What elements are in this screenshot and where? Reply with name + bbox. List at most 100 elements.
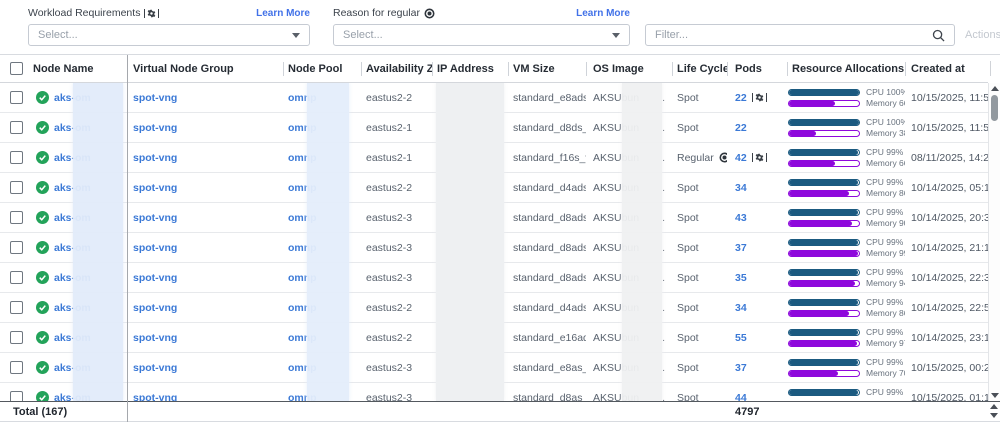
header-availability-zone[interactable]: Availability Zone bbox=[361, 55, 432, 82]
node-pool-link[interactable]: omnp bbox=[288, 362, 317, 374]
virtual-node-group-link[interactable]: spot-vng bbox=[133, 242, 177, 254]
virtual-node-group-link[interactable]: spot-vng bbox=[133, 182, 177, 194]
actions-button[interactable]: Actions bbox=[965, 29, 1000, 41]
virtual-node-group-link[interactable]: spot-vng bbox=[133, 92, 177, 104]
cpu-allocation: CPU 99% bbox=[788, 148, 903, 156]
virtual-node-group-link[interactable]: spot-vng bbox=[133, 152, 177, 164]
virtual-node-group-link[interactable]: spot-vng bbox=[133, 302, 177, 314]
node-name-link[interactable]: aks-om bbox=[54, 242, 91, 254]
pods-cell: 37 bbox=[727, 233, 787, 262]
cpu-bar bbox=[788, 359, 860, 366]
node-pool-link[interactable]: omnp bbox=[288, 332, 317, 344]
node-name-link[interactable]: aks-om bbox=[54, 122, 91, 134]
header-node-name[interactable]: Node Name bbox=[33, 55, 127, 82]
os-image-cell: AKSUbun . bbox=[586, 263, 672, 292]
select-all-checkbox[interactable] bbox=[10, 62, 23, 75]
workload-learn-more-link[interactable]: Learn More bbox=[256, 8, 310, 19]
reason-learn-more-link[interactable]: Learn More bbox=[576, 8, 630, 19]
header-life-cycle[interactable]: Life Cycle bbox=[672, 55, 727, 82]
header-created-at[interactable]: Created at bbox=[905, 55, 988, 82]
memory-allocation: Memory 66% bbox=[788, 99, 905, 107]
virtual-node-group-link[interactable]: spot-vng bbox=[133, 392, 177, 402]
created-at-cell: 10/14/2025, 22:3... bbox=[905, 263, 988, 292]
filter-input[interactable] bbox=[646, 29, 932, 41]
scroll-up-arrow[interactable] bbox=[991, 86, 999, 91]
pods-count-link[interactable]: 42 bbox=[735, 152, 747, 164]
node-pool-link[interactable]: omnp bbox=[288, 212, 317, 224]
node-pool-link[interactable]: omnp bbox=[288, 302, 317, 314]
life-cycle-value: Spot bbox=[677, 182, 699, 194]
created-at-cell: 10/15/2025, 11:53... bbox=[905, 113, 988, 142]
reason-for-regular-select[interactable]: Select... bbox=[333, 24, 630, 46]
vertical-scrollbar[interactable] bbox=[988, 83, 1000, 401]
column-resizer-handle[interactable] bbox=[990, 61, 991, 76]
row-checkbox[interactable] bbox=[10, 241, 23, 254]
node-name-link[interactable]: aks-om bbox=[54, 362, 91, 374]
footer-scroll-down-arrow[interactable] bbox=[990, 413, 998, 418]
pods-count-link[interactable]: 34 bbox=[735, 302, 747, 314]
node-name-link[interactable]: aks-om bbox=[54, 272, 91, 284]
header-vm-size[interactable]: VM Size bbox=[508, 55, 586, 82]
node-name-link[interactable]: aks-om bbox=[54, 302, 91, 314]
node-pool-link[interactable]: omnp bbox=[288, 92, 317, 104]
header-ip-address[interactable]: IP Address bbox=[432, 55, 508, 82]
row-checkbox[interactable] bbox=[10, 211, 23, 224]
virtual-node-group-link[interactable]: spot-vng bbox=[133, 212, 177, 224]
row-checkbox[interactable] bbox=[10, 391, 23, 401]
node-name-link[interactable]: aks-om bbox=[54, 212, 91, 224]
node-name-link[interactable]: aks-om bbox=[54, 392, 91, 402]
search-icon[interactable] bbox=[932, 29, 945, 42]
virtual-node-group-link[interactable]: spot-vng bbox=[133, 122, 177, 134]
node-name-link[interactable]: aks-om bbox=[54, 152, 91, 164]
row-checkbox[interactable] bbox=[10, 331, 23, 344]
header-os-image[interactable]: OS Image bbox=[586, 55, 672, 82]
scrollbar-thumb[interactable] bbox=[991, 95, 998, 121]
node-name-link[interactable]: aks-om bbox=[54, 92, 91, 104]
chevron-down-icon bbox=[612, 33, 620, 38]
footer-scroll-up-arrow[interactable] bbox=[990, 404, 998, 409]
pods-count-link[interactable]: 55 bbox=[735, 332, 747, 344]
pods-count-link[interactable]: 34 bbox=[735, 182, 747, 194]
node-pool-link[interactable]: omnp bbox=[288, 242, 317, 254]
header-pods[interactable]: Pods bbox=[727, 55, 787, 82]
node-pool-link[interactable]: omnp bbox=[288, 392, 317, 402]
row-checkbox[interactable] bbox=[10, 361, 23, 374]
pods-count-link[interactable]: 22 bbox=[735, 122, 747, 134]
pods-count-link[interactable]: 22 bbox=[735, 92, 747, 104]
workload-requirements-select[interactable]: Select... bbox=[28, 24, 310, 46]
pods-count-link[interactable]: 35 bbox=[735, 272, 747, 284]
row-checkbox[interactable] bbox=[10, 271, 23, 284]
row-checkbox[interactable] bbox=[10, 151, 23, 164]
pods-count-link[interactable]: 44 bbox=[735, 392, 747, 402]
scroll-down-arrow[interactable] bbox=[991, 393, 999, 398]
header-resource-allocations[interactable]: Resource Allocations bbox=[787, 55, 905, 82]
header-node-pool[interactable]: Node Pool bbox=[283, 55, 361, 82]
virtual-node-group-link[interactable]: spot-vng bbox=[133, 272, 177, 284]
node-healthy-icon bbox=[36, 181, 49, 194]
os-image-truncated-dot: . bbox=[662, 212, 665, 224]
virtual-node-group-link[interactable]: spot-vng bbox=[133, 362, 177, 374]
row-checkbox[interactable] bbox=[10, 181, 23, 194]
row-checkbox[interactable] bbox=[10, 301, 23, 314]
pods-count-link[interactable]: 37 bbox=[735, 242, 747, 254]
header-virtual-node-group[interactable]: Virtual Node Group bbox=[127, 55, 283, 82]
node-pool-link[interactable]: omnp bbox=[288, 182, 317, 194]
created-at-cell: 10/15/2025, 00:2... bbox=[905, 353, 988, 382]
os-image-truncated-dot: . bbox=[662, 362, 665, 374]
mem-bar-fill bbox=[789, 281, 855, 286]
nodes-page: Workload Requirements Learn More Select.… bbox=[0, 0, 1000, 431]
row-checkbox[interactable] bbox=[10, 91, 23, 104]
node-pool-link[interactable]: omnp bbox=[288, 122, 317, 134]
node-name-link[interactable]: aks-om bbox=[54, 332, 91, 344]
virtual-node-group-link[interactable]: spot-vng bbox=[133, 332, 177, 344]
node-pool-link[interactable]: omnp bbox=[288, 152, 317, 164]
os-image-text: AKSUbun bbox=[593, 182, 639, 194]
vm-size-cell: standard_d4ads... bbox=[508, 173, 586, 202]
pods-count-link[interactable]: 43 bbox=[735, 212, 747, 224]
resource-allocations-cell: CPU 100% Memory 66% bbox=[787, 83, 905, 112]
pods-total-value: 4797 bbox=[735, 406, 759, 418]
node-name-link[interactable]: aks-om bbox=[54, 182, 91, 194]
node-pool-link[interactable]: omnp bbox=[288, 272, 317, 284]
row-checkbox[interactable] bbox=[10, 121, 23, 134]
pods-count-link[interactable]: 37 bbox=[735, 362, 747, 374]
